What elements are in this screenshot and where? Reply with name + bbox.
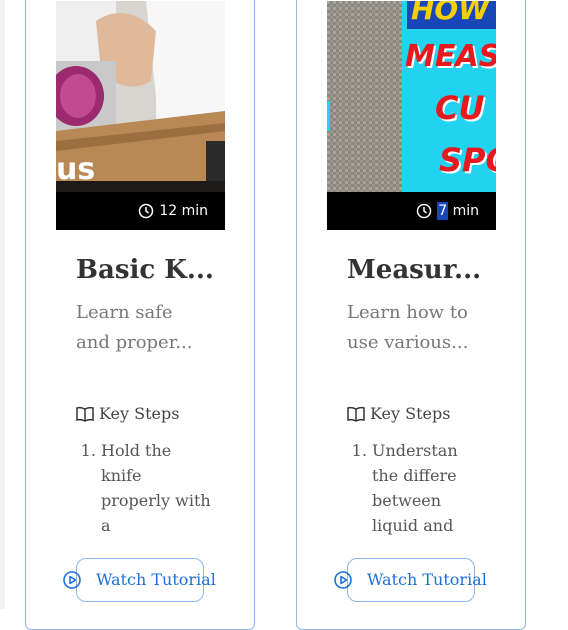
page-left-edge — [0, 0, 5, 609]
card-description: Learn how to use various... — [347, 302, 469, 353]
card-title: Basic K... — [76, 255, 214, 285]
duration-unit: min — [448, 203, 479, 219]
book-open-icon — [76, 406, 94, 422]
thumb-overlay-line-1: HOW — [411, 1, 490, 26]
duration-number: 7 — [437, 202, 449, 220]
tutorial-card-measuring: HOW MEAS CU SPO 7 min Measur... Learn ho… — [296, 0, 526, 630]
thumb-overlay-line-3: CU — [435, 89, 485, 127]
duration-label: 12 min — [138, 202, 208, 220]
steps-list: Understan the differe between liquid and — [347, 438, 482, 538]
clock-icon — [139, 203, 154, 219]
thumb-overlay-line-2: MEAS — [405, 39, 496, 74]
video-thumbnail[interactable]: HOW MEAS CU SPO 7 min — [327, 1, 496, 230]
duration-text: 12 min — [159, 203, 208, 219]
card-description: Learn safe and proper... — [76, 302, 193, 353]
play-circle-icon[interactable] — [333, 570, 353, 590]
clock-icon — [416, 203, 432, 219]
key-steps-label: Key Steps — [99, 404, 180, 423]
key-steps-heading: Key Steps — [76, 404, 179, 423]
steps-list: Hold the knife properly with a — [76, 438, 211, 538]
thumb-overlay-line-4: SPO — [439, 141, 496, 179]
key-steps-heading: Key Steps — [347, 404, 450, 423]
watch-tutorial-label[interactable]: Watch Tutorial — [367, 570, 487, 589]
step-item: Understan the differe between liquid and — [372, 438, 482, 538]
thumbnail-image: us — [56, 1, 225, 192]
thumb-overlay-text: us — [56, 152, 96, 187]
key-steps-label: Key Steps — [370, 404, 451, 423]
card-title: Measur... — [347, 255, 482, 285]
duration-label: 7 min — [416, 202, 479, 220]
step-item: Hold the knife properly with a — [101, 438, 211, 538]
tutorial-card-knife: us 12 min Basic K... Learn safe and prop… — [25, 0, 255, 630]
video-thumbnail[interactable]: us 12 min — [56, 1, 225, 230]
thumbnail-image: HOW MEAS CU SPO — [327, 1, 496, 192]
duration-bar: 12 min — [56, 192, 225, 230]
play-circle-icon[interactable] — [62, 570, 82, 590]
book-open-icon — [347, 406, 365, 422]
watch-tutorial-label[interactable]: Watch Tutorial — [96, 570, 216, 589]
duration-bar: 7 min — [327, 192, 496, 230]
